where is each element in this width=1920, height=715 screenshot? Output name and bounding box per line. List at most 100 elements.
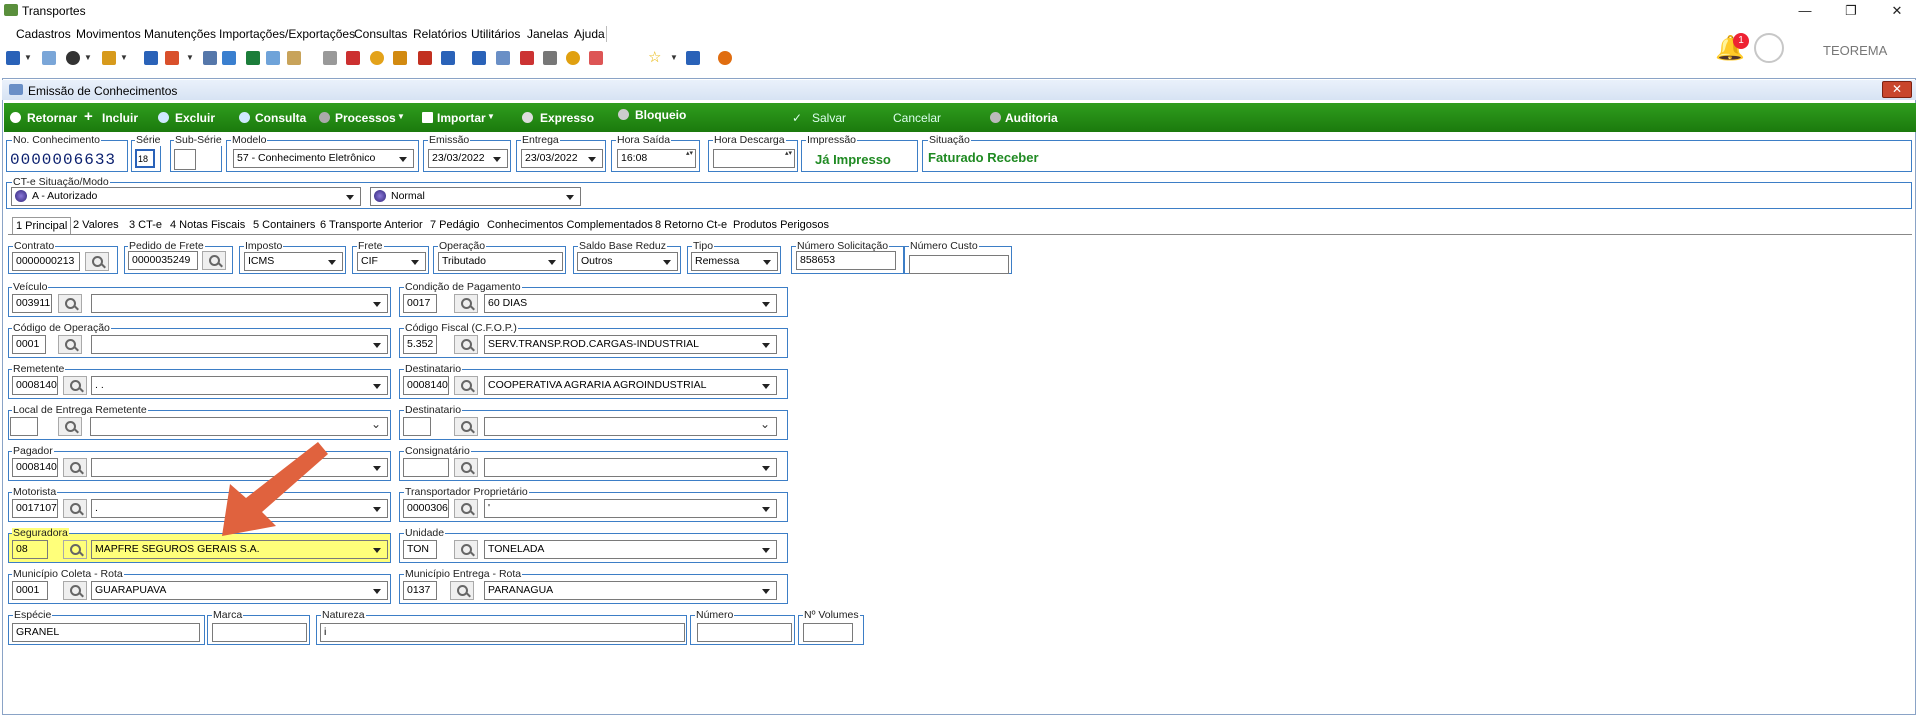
- saldo-base-select[interactable]: Outros: [577, 252, 678, 271]
- info-icon[interactable]: [686, 51, 700, 65]
- list-icon[interactable]: [165, 51, 179, 65]
- disc-icon[interactable]: [66, 51, 80, 65]
- entrega-date[interactable]: 23/03/2022: [521, 149, 603, 168]
- cfop-desc-select[interactable]: SERV.TRANSP.ROD.CARGAS-INDUSTRIAL: [484, 335, 777, 354]
- hora-descarga-input[interactable]: [713, 149, 795, 168]
- search-icon[interactable]: [202, 251, 226, 270]
- search-icon[interactable]: [454, 294, 478, 313]
- grid-icon[interactable]: [203, 51, 217, 65]
- auditoria-button[interactable]: Auditoria: [1005, 111, 1058, 125]
- calculator-icon[interactable]: [472, 51, 486, 65]
- operacao-select[interactable]: Tributado: [438, 252, 563, 271]
- truck-icon[interactable]: [102, 51, 116, 65]
- window-close-button[interactable]: ✕: [1882, 81, 1912, 98]
- menu-relatorios[interactable]: Relatórios: [413, 27, 467, 41]
- consignatario-desc-select[interactable]: [484, 458, 777, 477]
- condicao-pagamento-code-input[interactable]: 0017: [403, 294, 437, 313]
- clock-icon[interactable]: [370, 51, 384, 65]
- close-button[interactable]: ✕: [1874, 0, 1920, 22]
- tab-valores[interactable]: 2 Valores: [73, 219, 119, 231]
- especie-input[interactable]: GRANEL: [12, 623, 200, 642]
- route-icon[interactable]: [418, 51, 432, 65]
- codigo-operacao-desc-select[interactable]: [91, 335, 388, 354]
- report-icon[interactable]: [323, 51, 337, 65]
- excluir-button[interactable]: Excluir: [175, 111, 215, 125]
- document-icon[interactable]: [144, 51, 158, 65]
- destinatario-entrega-code-input[interactable]: [403, 417, 431, 436]
- minimize-button[interactable]: —: [1782, 0, 1828, 22]
- bloqueio-button[interactable]: Bloqueio: [635, 108, 686, 122]
- sub-serie-input[interactable]: [174, 149, 196, 170]
- user-icon[interactable]: [42, 51, 56, 65]
- municipio-coleta-desc-select[interactable]: GUARAPUAVA: [91, 581, 388, 600]
- municipio-coleta-code-input[interactable]: 0001: [12, 581, 48, 600]
- unidade-code-input[interactable]: TON: [403, 540, 437, 559]
- tab-retorno-cte[interactable]: 8 Retorno Ct-e: [655, 219, 727, 231]
- destinatario-desc-select[interactable]: COOPERATIVA AGRARIA AGROINDUSTRIAL: [484, 376, 777, 395]
- numero-solicitacao-input[interactable]: 858653: [796, 251, 896, 270]
- municipio-entrega-code-input[interactable]: 0137: [403, 581, 437, 600]
- retornar-button[interactable]: Retornar: [27, 111, 77, 125]
- seguradora-code-input[interactable]: 08: [12, 540, 48, 559]
- cancelar-button[interactable]: Cancelar: [893, 111, 941, 125]
- municipio-entrega-desc-select[interactable]: PARANAGUA: [484, 581, 777, 600]
- natureza-input[interactable]: i: [320, 623, 685, 642]
- transportador-desc-select[interactable]: ': [484, 499, 777, 518]
- remetente-code-input[interactable]: 0008140: [12, 376, 58, 395]
- menu-manutencoes[interactable]: Manutenções: [144, 27, 216, 41]
- search-icon[interactable]: [63, 540, 87, 559]
- menu-utilitarios[interactable]: Utilitários: [471, 27, 520, 41]
- local-entrega-code-input[interactable]: [10, 417, 38, 436]
- star-icon[interactable]: ☆: [648, 48, 662, 66]
- cfop-code-input[interactable]: 5.352: [403, 335, 437, 354]
- bus-icon[interactable]: [393, 51, 407, 65]
- remetente-desc-select[interactable]: . .: [91, 376, 388, 395]
- dropdown-icon[interactable]: ▼: [670, 53, 678, 62]
- pagador-code-input[interactable]: 0008140: [12, 458, 58, 477]
- tab-transporte-anterior[interactable]: 6 Transporte Anterior: [320, 219, 423, 231]
- cte-situacao-select[interactable]: A - Autorizado: [11, 187, 361, 206]
- menu-janelas[interactable]: Janelas: [527, 27, 568, 41]
- search-icon[interactable]: [454, 417, 478, 436]
- menu-ajuda[interactable]: Ajuda: [574, 27, 605, 41]
- network-icon[interactable]: [222, 51, 236, 65]
- menu-cadastros[interactable]: Cadastros: [16, 27, 71, 41]
- power-icon[interactable]: [718, 51, 732, 65]
- dropdown-icon[interactable]: ▼: [24, 53, 32, 62]
- tipo-select[interactable]: Remessa: [691, 252, 778, 271]
- clipboard-icon[interactable]: [287, 51, 301, 65]
- tab-produtos-perigosos[interactable]: Produtos Perigosos: [733, 219, 829, 231]
- menu-importacoes[interactable]: Importações/Exportações: [219, 27, 355, 41]
- thermometer-icon[interactable]: [346, 51, 360, 65]
- new-icon[interactable]: [6, 51, 20, 65]
- tab-principal[interactable]: 1 Principal: [12, 217, 72, 234]
- search-icon[interactable]: [63, 499, 87, 518]
- contrato-input[interactable]: 0000000213: [12, 252, 80, 271]
- menu-consultas[interactable]: Consultas: [354, 27, 407, 41]
- consulta-button[interactable]: Consulta: [255, 111, 306, 125]
- coin-icon[interactable]: [566, 51, 580, 65]
- search-icon[interactable]: [63, 458, 87, 477]
- pedido-input[interactable]: 0000035249: [128, 251, 198, 270]
- search-icon[interactable]: [454, 376, 478, 395]
- serie-input[interactable]: 18: [135, 149, 155, 168]
- search-icon[interactable]: [454, 499, 478, 518]
- codigo-operacao-code-input[interactable]: 0001: [12, 335, 46, 354]
- maximize-button[interactable]: ❐: [1828, 0, 1874, 22]
- processos-button[interactable]: Processos: [335, 111, 396, 125]
- unidade-desc-select[interactable]: TONELADA: [484, 540, 777, 559]
- consignatario-code-input[interactable]: [403, 458, 449, 477]
- search-icon[interactable]: [454, 335, 478, 354]
- search-icon[interactable]: [454, 540, 478, 559]
- modelo-select[interactable]: 57 - Conhecimento Eletrônico: [233, 149, 414, 168]
- tab-pedagio[interactable]: 7 Pedágio: [430, 219, 480, 231]
- calculator2-icon[interactable]: [496, 51, 510, 65]
- export-icon[interactable]: [441, 51, 455, 65]
- salvar-button[interactable]: Salvar: [812, 111, 846, 125]
- search-icon[interactable]: [63, 581, 87, 600]
- numero-input[interactable]: [697, 623, 792, 642]
- emissao-date[interactable]: 23/03/2022: [428, 149, 508, 168]
- chart-icon[interactable]: [266, 51, 280, 65]
- destinatario-code-input[interactable]: 0008140: [403, 376, 449, 395]
- dropdown-icon[interactable]: ▼: [186, 53, 194, 62]
